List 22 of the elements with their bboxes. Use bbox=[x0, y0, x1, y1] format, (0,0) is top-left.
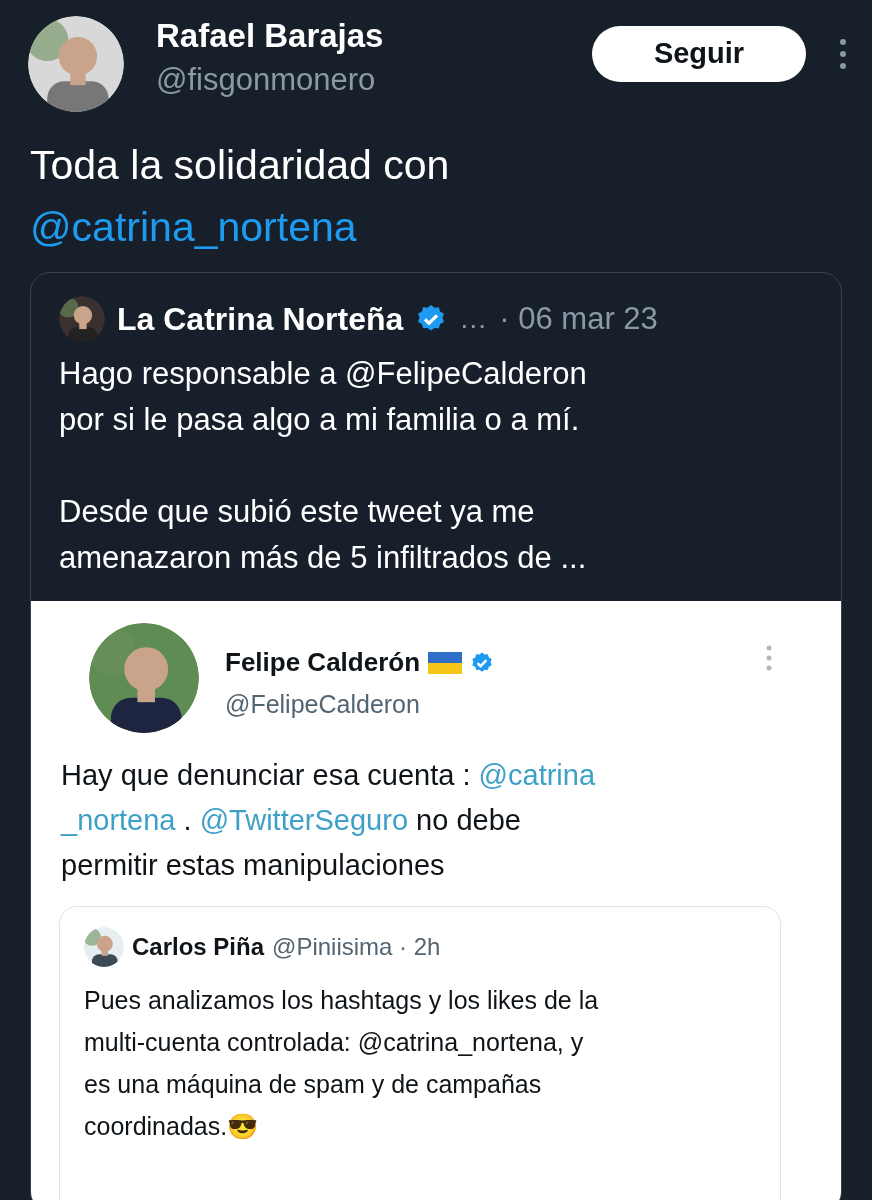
screenshot-quote-text: Pues analizamos los hashtags y los likes de la multi-cuenta controlada: @catrina_nortena, y es una máquina de spam y de campañas coordinadas.😎 bbox=[84, 985, 600, 1142]
screenshot-author-name: Felipe Calderón bbox=[225, 646, 421, 679]
screenshot-quote-author: Carlos Piña bbox=[132, 932, 265, 962]
screenshot-author-handle: @FelipeCalderon bbox=[225, 689, 421, 720]
screenshot-quote-handle: @Piniisima · 2h bbox=[272, 932, 441, 962]
author-handle: @fisgonmonero bbox=[156, 61, 377, 99]
truncation-ellipsis: … bbox=[459, 302, 488, 336]
quoted-author-name: La Catrina Norteña bbox=[117, 300, 404, 339]
quoted-tweet-text: Hago responsable a @FelipeCalderon por si le pasa algo a mi familia o a mí. bbox=[58, 355, 588, 439]
tweet-text: Toda la solidaridad con @catrina_nortena bbox=[29, 141, 451, 252]
quoted-tweet-text: Desde que subió este tweet ya me amenazaron más de 5 infiltrados de ... bbox=[58, 493, 588, 577]
more-options-icon[interactable] bbox=[838, 38, 848, 70]
mention-link[interactable]: @catrina bbox=[478, 759, 596, 791]
mention-link[interactable]: _nortena bbox=[61, 804, 176, 836]
more-options-icon bbox=[765, 645, 773, 671]
mention-link[interactable]: @TwitterSeguro bbox=[199, 804, 409, 836]
screenshot-tweet-text: Hay que denunciar esa cuenta : @catrina _nortena . @TwitterSeguro no debe permitir estas manipulaciones bbox=[61, 758, 597, 883]
author-name: Rafael Barajas bbox=[156, 16, 384, 56]
mention-link[interactable]: @catrina_nortena bbox=[30, 204, 357, 250]
quoted-tweet-card[interactable] bbox=[30, 272, 842, 1200]
tweet-date: · 06 mar 23 bbox=[499, 299, 658, 338]
follow-button[interactable]: Seguir bbox=[592, 26, 806, 82]
